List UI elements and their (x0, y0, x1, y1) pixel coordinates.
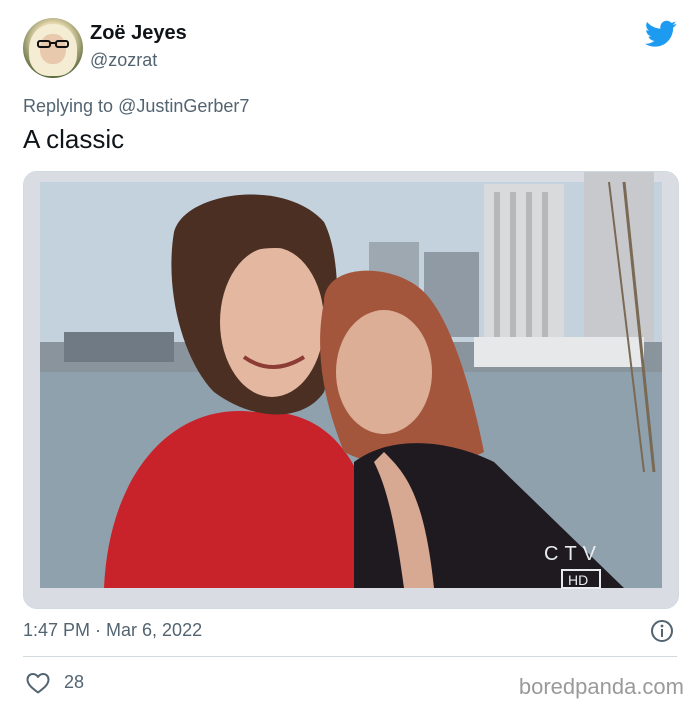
replying-to-prefix: Replying to (23, 96, 114, 116)
photo-scene: CTV HD (24, 172, 678, 608)
avatar[interactable] (23, 18, 83, 78)
avatar-glasses (37, 40, 69, 48)
hd-badge: HD (568, 572, 588, 588)
tweet-photo[interactable]: CTV HD (23, 171, 679, 609)
replying-to: Replying to @JustinGerber7 (23, 96, 249, 117)
heart-icon (26, 673, 50, 694)
watermark: boredpanda.com (518, 674, 684, 699)
twitter-bird-icon[interactable] (645, 20, 677, 48)
tweet-timestamp[interactable]: 1:47 PM · Mar 6, 2022 (23, 620, 202, 641)
display-name[interactable]: Zoë Jeyes (90, 22, 187, 45)
info-icon[interactable] (650, 619, 674, 643)
ctv-logo: CTV (544, 543, 602, 565)
avatar-face (40, 34, 66, 64)
reply-mention-link[interactable]: @JustinGerber7 (118, 96, 249, 116)
like-count: 28 (64, 672, 85, 692)
tweet-text: A classic (23, 124, 125, 154)
tweet-card: Zoë Jeyes @zozrat Replying to @JustinGer… (0, 0, 700, 709)
user-handle[interactable]: @zozrat (90, 50, 157, 71)
divider (23, 656, 677, 657)
